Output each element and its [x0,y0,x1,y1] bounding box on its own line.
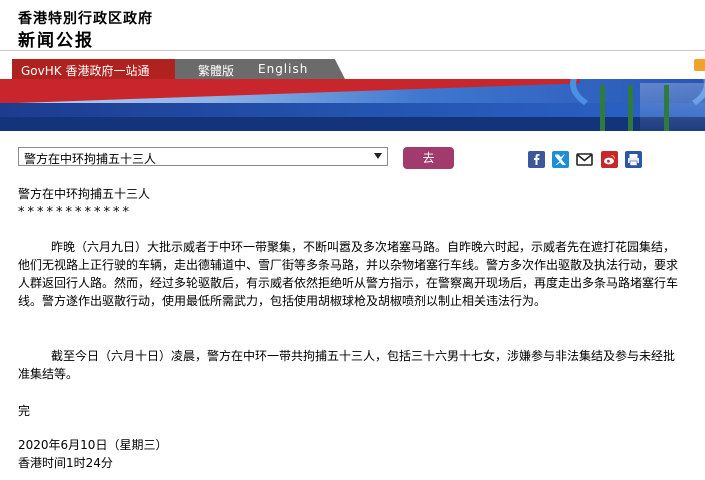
twitter-icon[interactable] [552,151,569,168]
press-release-select-value: 警方在中环拘捕五十三人 [24,152,157,166]
banner-green-stripe [600,85,605,131]
banner-red-ribbon [0,79,580,105]
chevron-down-icon [374,153,382,159]
english-link[interactable]: English [258,62,308,76]
govhk-tab[interactable]: GovHK 香港政府一站通 [12,59,194,79]
press-release-select[interactable]: 警方在中环拘捕五十三人 [18,147,388,166]
print-icon[interactable] [625,151,642,168]
go-button[interactable]: 去 [403,147,454,169]
govhk-tab-label: GovHK 香港政府一站通 [21,64,150,78]
banner-building-blocks [640,83,705,131]
article-paragraph: 昨晚（六月九日）大批示威者于中环一带聚集，不断叫嚣及多次堵塞马路。自昨晚六时起，… [18,240,679,308]
banner-image [0,79,705,131]
tab-bar: GovHK 香港政府一站通 繁體版 English [0,59,705,79]
site-title: 香港特別行政区政府 [18,11,153,27]
title-star-separator: ************ [18,205,132,220]
article-paragraph: 截至今日（六月十日）凌晨，警方在中环一带共拘捕五十三人，包括三十六男十七女，涉嫌… [18,349,676,381]
facebook-icon[interactable] [528,151,545,168]
banner-green-stripe [664,85,669,131]
weibo-icon[interactable] [601,151,618,168]
header-divider [0,50,705,51]
email-icon[interactable] [576,151,593,168]
traditional-chinese-link[interactable]: 繁體版 [198,62,234,79]
banner-green-stripe [628,85,633,131]
release-time: 香港时间1时24分 [18,456,113,470]
end-mark: 完 [18,404,31,418]
accessibility-tab[interactable] [694,59,705,71]
article-title: 警方在中环拘捕五十三人 [18,187,151,201]
site-subtitle: 新闻公报 [18,31,94,51]
release-date: 2020年6月10日（星期三） [18,438,168,452]
